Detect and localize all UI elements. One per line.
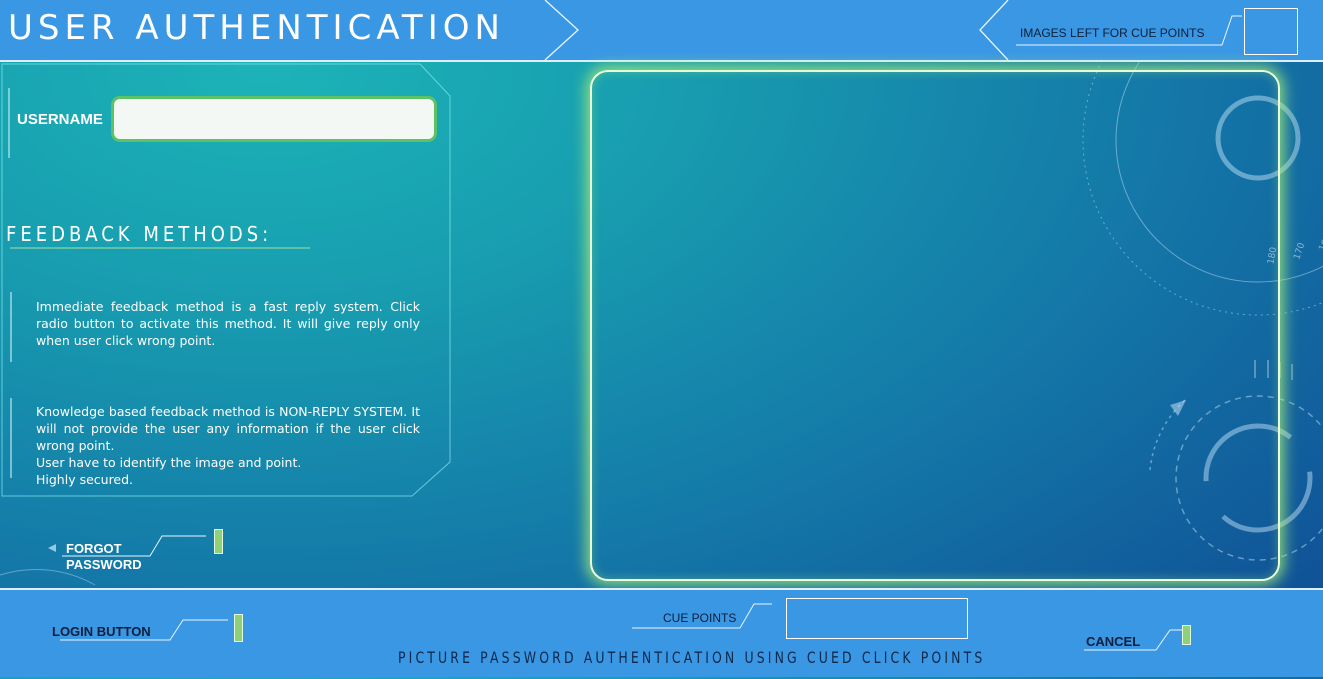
forgot-password-button[interactable] (214, 529, 223, 554)
login-button[interactable] (234, 614, 243, 642)
immediate-feedback-text: Immediate feedback method is a fast repl… (36, 299, 420, 348)
cancel-button[interactable] (1182, 625, 1191, 645)
knowledge-feedback-line: Highly secured. (36, 472, 134, 487)
dial-tick-label: 160 (1317, 233, 1323, 253)
images-left-counter-box (1244, 8, 1298, 55)
footer-bar: LOGIN BUTTON CUE POINTS CANCEL PICTURE P… (0, 588, 1323, 677)
cue-points-box (786, 598, 968, 639)
title-bar: USER AUTHENTICATION IMAGES LEFT FOR CUE … (0, 0, 1323, 62)
dial-tick-label: 170 (1292, 241, 1307, 261)
images-left-label: IMAGES LEFT FOR CUE POINTS (1020, 26, 1205, 40)
forgot-password-link[interactable]: FORGOT PASSWORD (66, 541, 142, 573)
forgot-password-line1: FORGOT (66, 541, 122, 556)
username-input[interactable] (111, 96, 437, 142)
cancel-label: CANCEL (1086, 634, 1141, 649)
knowledge-feedback-description: Knowledge based feedback method is NON-R… (36, 403, 420, 488)
login-button-label: LOGIN BUTTON (52, 624, 151, 639)
knowledge-feedback-line: User have to identify the image and poin… (36, 455, 302, 470)
footer-caption: PICTURE PASSWORD AUTHENTICATION USING CU… (398, 648, 986, 667)
knowledge-feedback-line: Knowledge based feedback method is NON-R… (36, 404, 420, 453)
cue-points-label: CUE POINTS (663, 611, 737, 625)
page-title: USER AUTHENTICATION (8, 8, 505, 48)
cue-image-area[interactable] (590, 70, 1280, 581)
forgot-password-line2: PASSWORD (66, 557, 142, 572)
immediate-feedback-description: Immediate feedback method is a fast repl… (36, 298, 420, 349)
username-label: USERNAME (17, 111, 103, 128)
feedback-methods-heading: FEEDBACK METHODS: (6, 222, 273, 246)
